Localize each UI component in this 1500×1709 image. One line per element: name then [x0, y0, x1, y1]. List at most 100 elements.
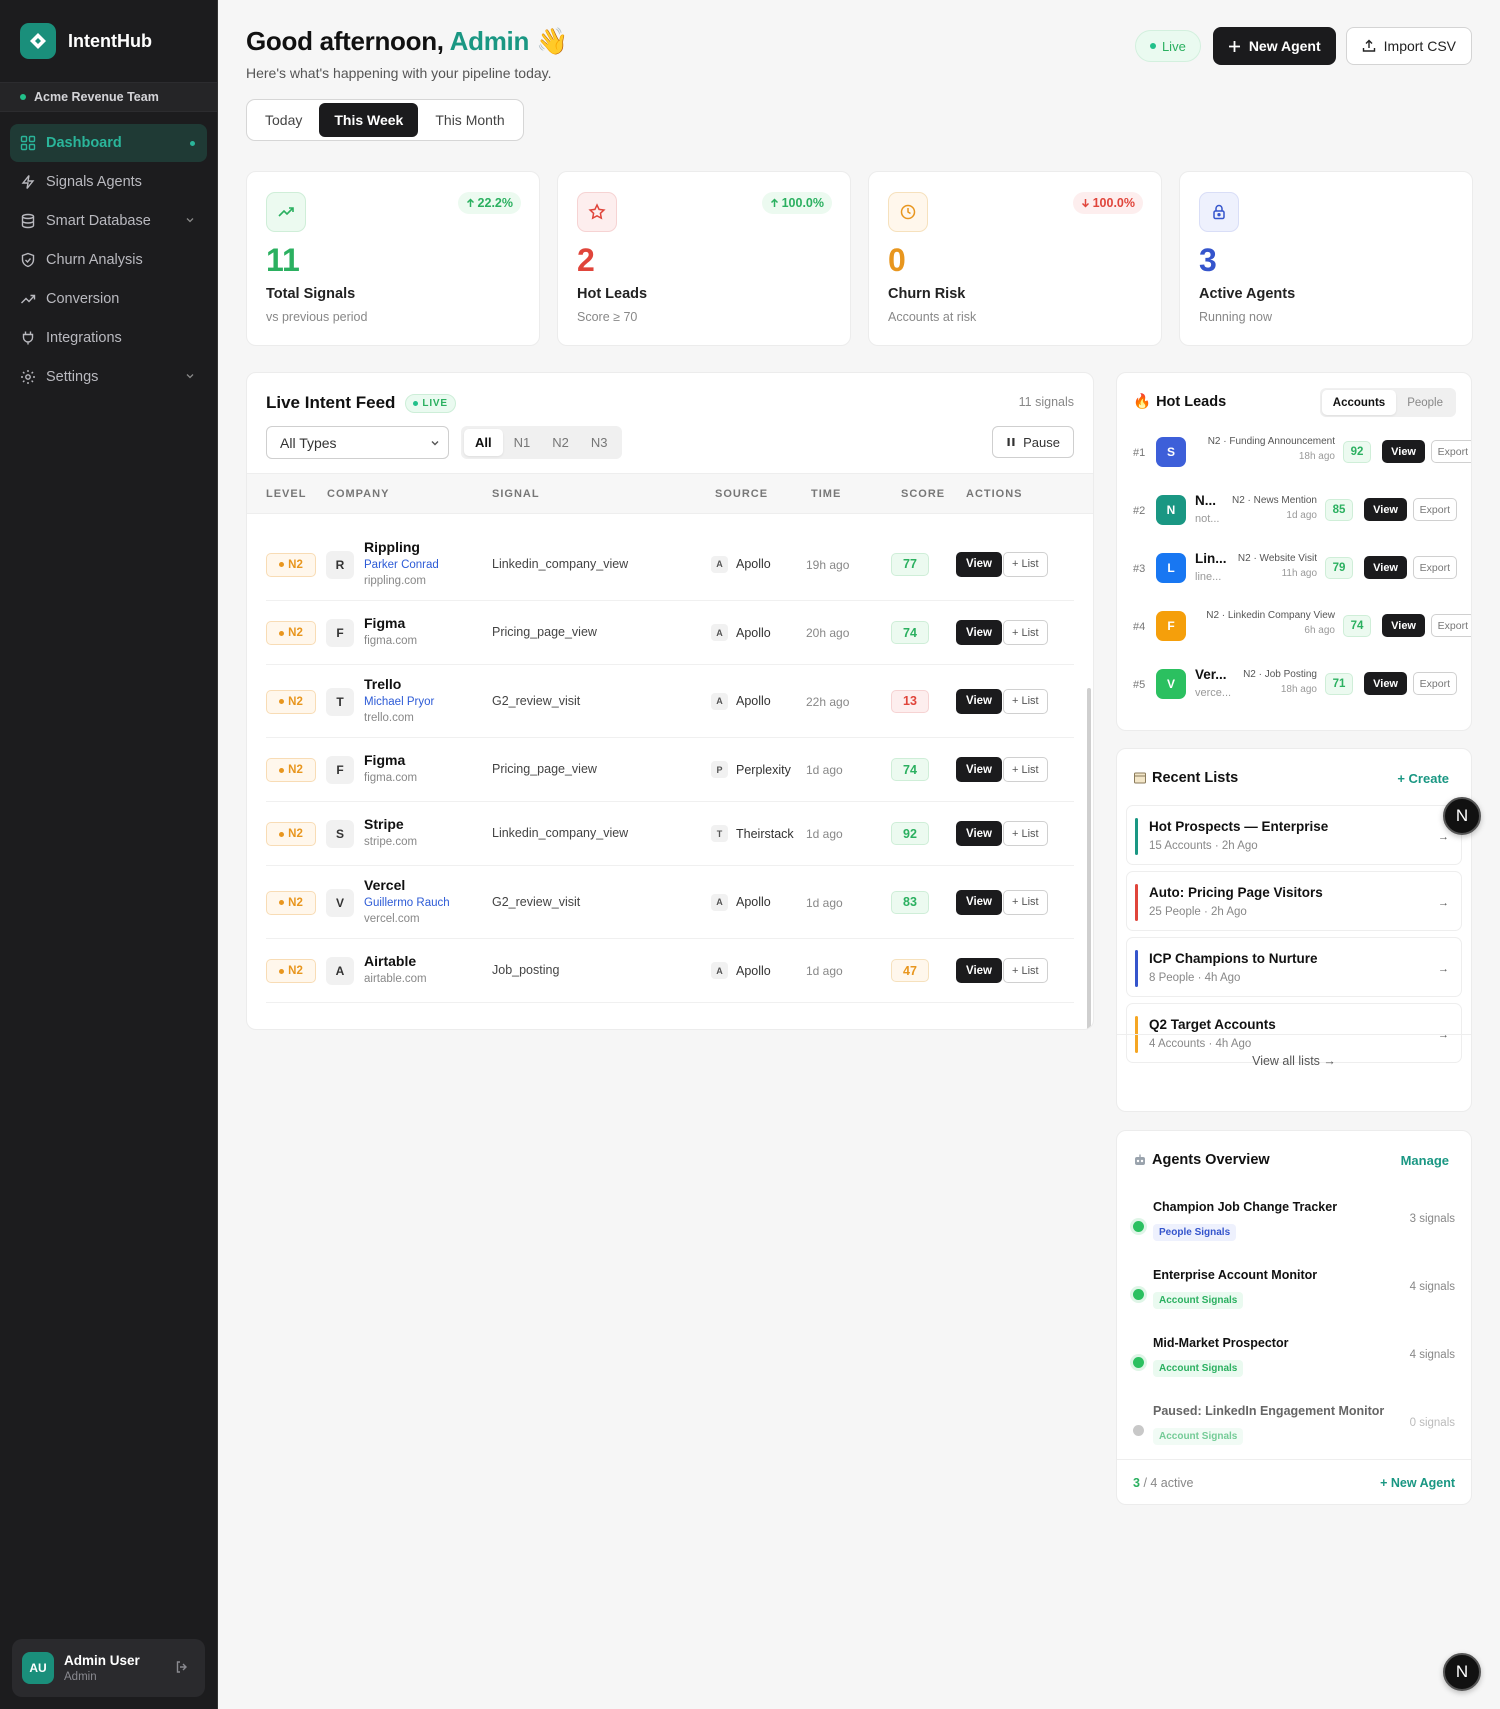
export-lead-button[interactable]: Export	[1430, 440, 1471, 463]
add-to-list-button[interactable]: + List	[1003, 757, 1048, 782]
agent-row[interactable]: Mid-Market Prospector Account Signals 4 …	[1133, 1332, 1455, 1388]
add-to-list-button[interactable]: + List	[1003, 688, 1048, 714]
sidebar-item-churn-analysis[interactable]: Churn Analysis	[10, 241, 207, 279]
company-name[interactable]: Trello	[364, 676, 401, 692]
stat-card[interactable]: 100.0% 2 Hot Leads Score ≥ 70	[557, 171, 851, 346]
sidebar-item-settings[interactable]: Settings	[10, 358, 207, 396]
view-button[interactable]: View	[956, 757, 1002, 782]
company-name[interactable]: Figma	[364, 615, 405, 631]
user-card[interactable]: AU Admin User Admin	[12, 1639, 205, 1697]
brand[interactable]: IntentHub	[0, 0, 217, 82]
source-name: Apollo	[736, 557, 771, 571]
add-to-list-button[interactable]: + List	[1003, 889, 1048, 915]
floating-assistant-button[interactable]: N	[1443, 797, 1481, 835]
view-lead-button[interactable]: View	[1364, 498, 1407, 521]
company-name[interactable]: Airtable	[364, 953, 416, 969]
column-header-company: COMPANY	[327, 488, 390, 500]
lead-name[interactable]: Lin...	[1195, 551, 1227, 566]
company-name[interactable]: Figma	[364, 752, 405, 768]
level-dot	[279, 831, 285, 837]
list-item[interactable]: Hot Prospects — Enterprise 15 Accounts ·…	[1126, 805, 1462, 865]
view-lead-button[interactable]: View	[1382, 440, 1425, 463]
export-lead-button[interactable]: Export	[1412, 498, 1457, 521]
page-subtitle: Here's what's happening with your pipeli…	[246, 65, 552, 81]
company-name[interactable]: Rippling	[364, 539, 420, 555]
signal-type-select[interactable]: All Types	[266, 426, 449, 459]
lead-signal: N2 · Job Posting 18h ago	[1243, 667, 1317, 697]
contact-name[interactable]: Parker Conrad	[364, 559, 439, 571]
view-button[interactable]: View	[956, 958, 1002, 983]
stat-card[interactable]: 22.2% 11 Total Signals vs previous perio…	[246, 171, 540, 346]
tab-accounts[interactable]: Accounts	[1321, 390, 1397, 415]
agent-row[interactable]: Paused: LinkedIn Engagement Monitor Acco…	[1133, 1400, 1455, 1456]
export-lead-button[interactable]: Export	[1412, 672, 1457, 695]
sidebar-item-signals-agents[interactable]: Signals Agents	[10, 163, 207, 201]
contact-name[interactable]: Michael Pryor	[364, 696, 434, 708]
agent-row[interactable]: Champion Job Change Tracker People Signa…	[1133, 1196, 1455, 1252]
company-name[interactable]: Stripe	[364, 816, 404, 832]
export-lead-button[interactable]: Export	[1412, 556, 1457, 579]
list-item[interactable]: ICP Champions to Nurture 8 People · 4h A…	[1126, 937, 1462, 997]
level-tab-n3[interactable]: N3	[580, 429, 619, 456]
table-row[interactable]: N2 A Airtable airtable.com Job_posting A…	[266, 939, 1074, 1003]
tab-people[interactable]: People	[1396, 390, 1454, 415]
list-item[interactable]: Auto: Pricing Page Visitors 25 People · …	[1126, 871, 1462, 931]
new-agent-link[interactable]: + New Agent	[1380, 1476, 1455, 1490]
view-button[interactable]: View	[956, 889, 1002, 915]
lead-name[interactable]: N...	[1195, 493, 1216, 508]
hot-lead-row[interactable]: #5 V Ver... verce... N2 · Job Posting 18h…	[1133, 661, 1471, 707]
add-to-list-button[interactable]: + List	[1003, 821, 1048, 846]
import-csv-button[interactable]: Import CSV	[1345, 27, 1472, 65]
add-to-list-button[interactable]: + List	[1003, 958, 1048, 983]
sidebar-item-integrations[interactable]: Integrations	[10, 319, 207, 357]
level-tab-n2[interactable]: N2	[541, 429, 580, 456]
sidebar-item-conversion[interactable]: Conversion	[10, 280, 207, 318]
range-tab-this-month[interactable]: This Month	[420, 103, 519, 137]
range-tab-this-week[interactable]: This Week	[319, 103, 419, 137]
level-tab-all[interactable]: All	[464, 429, 503, 456]
manage-agents-link[interactable]: Manage	[1401, 1153, 1449, 1168]
view-button[interactable]: View	[956, 688, 1002, 714]
table-row[interactable]: N2 F Figma figma.com Pricing_page_view A…	[266, 601, 1074, 665]
hot-lead-row[interactable]: #3 L Lin... line... N2 · Website Visit 11…	[1133, 545, 1471, 591]
lead-name[interactable]: Ver...	[1195, 667, 1227, 682]
wave-emoji: 👋	[536, 26, 569, 56]
range-tab-today[interactable]: Today	[250, 103, 317, 137]
create-list-link[interactable]: + Create	[1397, 771, 1449, 786]
table-row[interactable]: N2 V Vercel Guillermo Rauch vercel.com G…	[266, 866, 1074, 939]
company-name[interactable]: Vercel	[364, 877, 405, 893]
table-row[interactable]: N2 S Stripe stripe.com Linkedin_company_…	[266, 802, 1074, 866]
view-lead-button[interactable]: View	[1382, 614, 1425, 637]
view-lead-button[interactable]: View	[1364, 672, 1407, 695]
hot-lead-row[interactable]: #1 S N2 · Funding Announcement 18h ago 92…	[1133, 429, 1471, 475]
contact-name[interactable]: Guillermo Rauch	[364, 897, 450, 909]
export-lead-button[interactable]: Export	[1430, 614, 1471, 637]
view-lead-button[interactable]: View	[1364, 556, 1407, 579]
level-tab-n1[interactable]: N1	[503, 429, 542, 456]
stat-card[interactable]: 3 Active Agents Running now	[1179, 171, 1473, 346]
pause-button[interactable]: Pause	[992, 426, 1074, 458]
level-dot	[279, 630, 285, 636]
hot-lead-row[interactable]: #2 N N... not... N2 · News Mention 1d ago…	[1133, 487, 1471, 533]
view-button[interactable]: View	[956, 620, 1002, 645]
logout-icon[interactable]	[175, 1660, 189, 1674]
floating-assistant-button[interactable]: N	[1443, 1653, 1481, 1691]
stat-card[interactable]: 100.0% 0 Churn Risk Accounts at risk	[868, 171, 1162, 346]
add-to-list-button[interactable]: + List	[1003, 620, 1048, 645]
lead-time: 18h ago	[1280, 684, 1317, 695]
sidebar-item-smart-database[interactable]: Smart Database	[10, 202, 207, 240]
level-text: N2	[288, 828, 303, 840]
agent-row[interactable]: Enterprise Account Monitor Account Signa…	[1133, 1264, 1455, 1320]
add-to-list-button[interactable]: + List	[1003, 551, 1048, 577]
sidebar-item-dashboard[interactable]: Dashboard	[10, 124, 207, 162]
table-row[interactable]: N2 T Trello Michael Pryor trello.com G2_…	[266, 665, 1074, 738]
team-switcher[interactable]: Acme Revenue Team	[0, 82, 217, 112]
view-all-lists-link[interactable]: View all lists →	[1117, 1054, 1471, 1068]
view-button[interactable]: View	[956, 551, 1002, 577]
table-row[interactable]: N2 R Rippling Parker Conrad rippling.com…	[266, 528, 1074, 601]
table-row[interactable]: N2 F Figma figma.com Pricing_page_view P…	[266, 738, 1074, 802]
view-button[interactable]: View	[956, 821, 1002, 846]
feed-scrollbar[interactable]	[1087, 688, 1091, 1029]
hot-lead-row[interactable]: #4 F N2 · Linkedin Company View 6h ago 74…	[1133, 603, 1471, 649]
new-agent-button[interactable]: New Agent	[1212, 27, 1336, 65]
